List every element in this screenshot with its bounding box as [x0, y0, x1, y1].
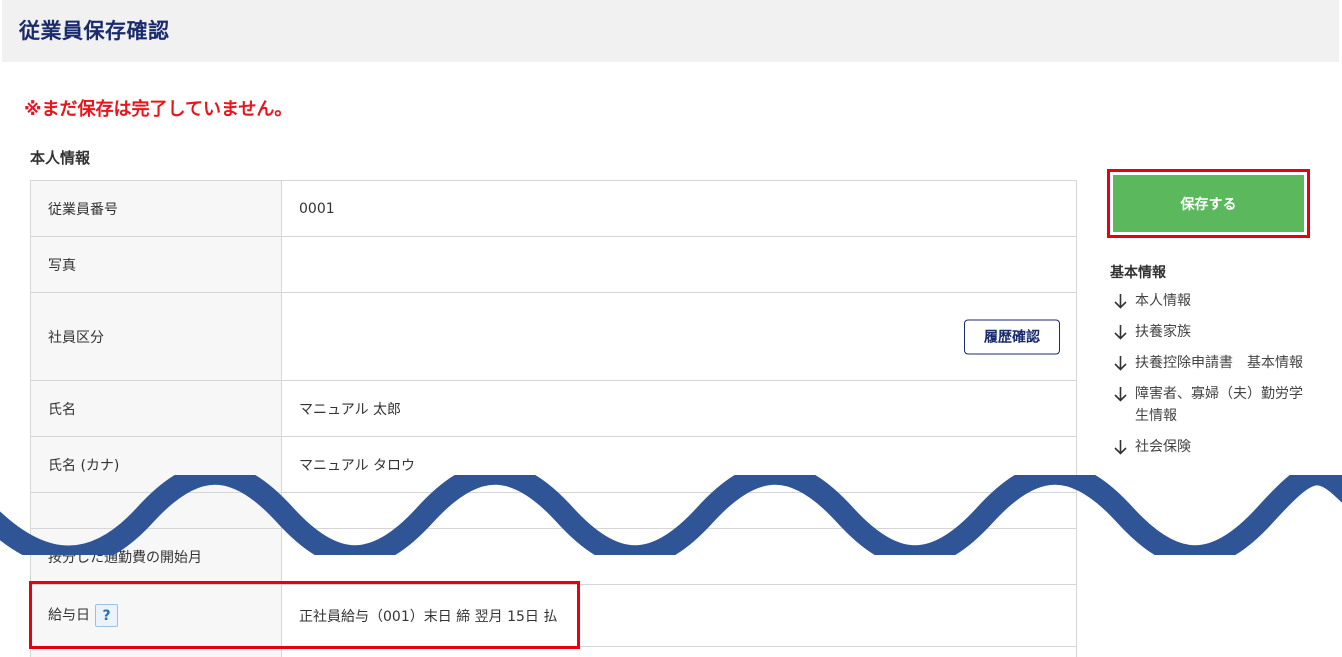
arrow-down-icon: [1113, 290, 1135, 309]
sidebar-item-label: 障害者、寡婦（夫）勤労学生情報: [1135, 386, 1303, 424]
payday-label: 給与日: [48, 607, 90, 624]
save-button-highlight: 保存する: [1107, 169, 1310, 238]
help-icon[interactable]: ?: [95, 604, 118, 627]
table-row: 従業員番号 0001: [30, 180, 1077, 237]
row-label: 氏名: [30, 380, 282, 437]
arrow-down-icon: [1113, 352, 1135, 371]
unsaved-warning: ※まだ保存は完了していません。: [24, 99, 293, 120]
employee-info-table: 従業員番号 0001 写真 社員区分 履歴確認 氏名 マニュアル 太郎 氏名 (…: [30, 180, 1077, 657]
arrow-down-icon: [1113, 436, 1135, 455]
sidebar-item-personal-info[interactable]: 本人情報: [1113, 290, 1313, 312]
sidebar-item-label: 社会保険: [1135, 439, 1191, 455]
table-row: 写真: [30, 236, 1077, 293]
history-check-button[interactable]: 履歴確認: [964, 319, 1060, 354]
page-title: 従業員保存確認: [19, 19, 170, 43]
row-value: マニュアル 太郎: [281, 380, 1077, 437]
row-value: 正社員給与（001）末日 締 翌月 15日 払: [281, 584, 1077, 647]
sidebar-item-social-insurance[interactable]: 社会保険: [1113, 436, 1313, 458]
sidebar-item-label: 扶養家族: [1135, 324, 1191, 340]
sidebar-item-label: 本人情報: [1135, 293, 1191, 309]
row-label: 給与日?: [30, 584, 282, 647]
row-label: 写真: [30, 236, 282, 293]
sidebar-item-dependents[interactable]: 扶養家族: [1113, 321, 1313, 343]
row-value: [281, 236, 1077, 293]
sidebar-title: 基本情報: [1110, 265, 1166, 281]
sidebar-item-label: 扶養控除申請書 基本情報: [1135, 355, 1303, 371]
row-label: 社員区分: [30, 292, 282, 381]
sidebar-nav: 本人情報 扶養家族 扶養控除申請書 基本情報 障害者、寡婦（夫）勤労学生情報 社…: [1113, 290, 1313, 467]
table-row: [30, 646, 1077, 657]
arrow-down-icon: [1113, 383, 1135, 402]
row-value: 履歴確認: [281, 292, 1077, 381]
arrow-down-icon: [1113, 321, 1135, 340]
sidebar-item-disability[interactable]: 障害者、寡婦（夫）勤労学生情報: [1113, 383, 1313, 427]
section-title: 本人情報: [30, 149, 91, 167]
row-value-hidden: [281, 646, 1077, 657]
table-row: 氏名 マニュアル 太郎: [30, 380, 1077, 437]
table-row: 社員区分 履歴確認: [30, 292, 1077, 381]
page-header: 従業員保存確認: [2, 0, 1339, 62]
table-row: 給与日? 正社員給与（001）末日 締 翌月 15日 払: [30, 584, 1077, 647]
row-label-hidden: [30, 646, 282, 657]
save-button[interactable]: 保存する: [1113, 175, 1304, 232]
row-label: 従業員番号: [30, 180, 282, 237]
sidebar-item-deduction-form[interactable]: 扶養控除申請書 基本情報: [1113, 352, 1313, 374]
wave-divider: [0, 475, 1342, 555]
row-value: 0001: [281, 180, 1077, 237]
